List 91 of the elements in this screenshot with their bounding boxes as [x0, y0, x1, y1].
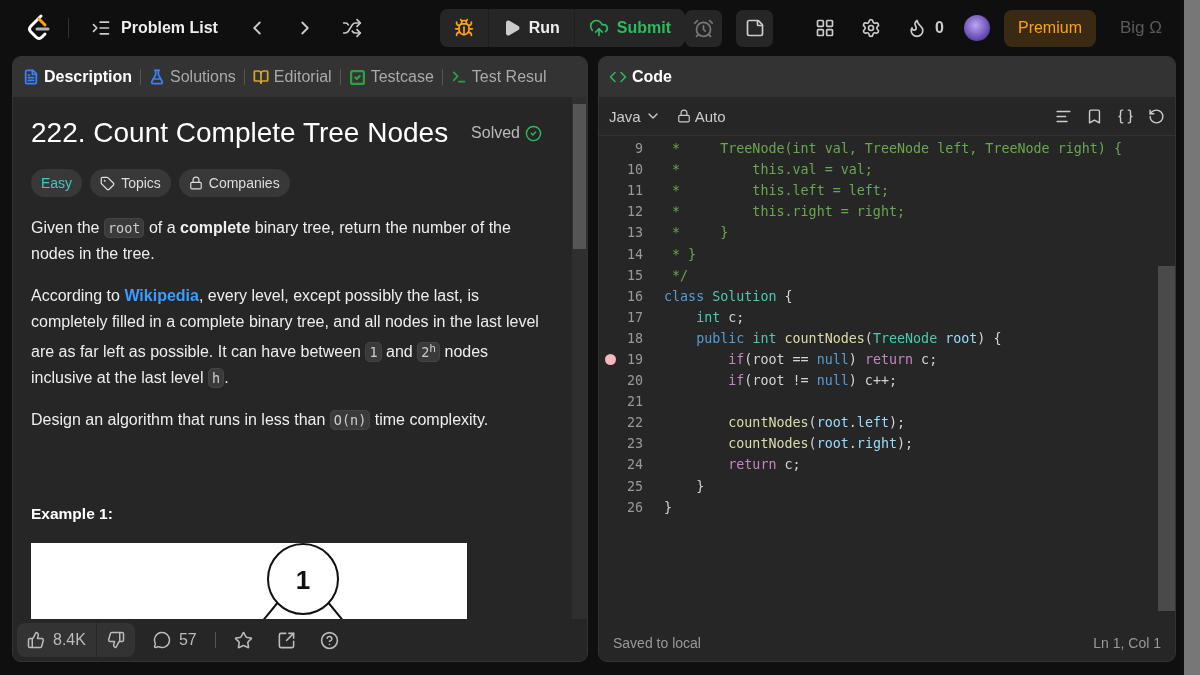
code-line: * this.right = right;	[671, 204, 905, 220]
line-number: 14	[625, 246, 643, 262]
line-number: 9	[633, 141, 643, 157]
line-number: 18	[625, 330, 643, 346]
check-icon	[525, 124, 542, 142]
alarm-clock-icon	[693, 17, 715, 39]
bookmark-icon[interactable]	[1086, 107, 1103, 125]
streak-button[interactable]: 0	[901, 13, 950, 43]
line-number: 10	[625, 162, 643, 178]
line-number: 26	[625, 499, 643, 515]
code-line: */	[671, 267, 689, 283]
grid-icon	[815, 18, 836, 38]
cursor-position: Ln 1, Col 1	[1093, 635, 1161, 651]
code-line: * }	[671, 225, 729, 241]
line-number: 24	[625, 457, 643, 473]
tree-diagram: 1	[31, 542, 467, 619]
timer-button[interactable]	[685, 9, 723, 47]
external-link-icon	[276, 630, 296, 650]
code-line: public int countNodes(TreeNode root) {	[695, 330, 1002, 346]
premium-button[interactable]: Premium	[1003, 9, 1096, 47]
thumbs-down-icon	[106, 631, 125, 649]
code-line: * }	[671, 246, 697, 262]
line-number: 12	[625, 204, 643, 220]
problem-title: 222. Count Complete Tree Nodes	[31, 117, 449, 149]
lock-icon	[676, 109, 691, 123]
user-name: Big Ω	[1119, 18, 1163, 38]
save-status: Saved to local	[613, 635, 701, 651]
cloud-upload-icon	[588, 18, 609, 38]
code-line: class Solution {	[664, 288, 793, 304]
line-number: 17	[625, 309, 643, 325]
line-number: 23	[625, 436, 643, 452]
panel-tab[interactable]: Testcase	[348, 68, 434, 86]
tag-icon	[100, 175, 116, 191]
code-line: if(root != null) c++;	[727, 373, 897, 389]
thumbs-up-icon	[27, 631, 45, 649]
debug-button[interactable]	[439, 9, 488, 47]
code-line: countNodes(root.left);	[727, 415, 906, 431]
language-select[interactable]: Java	[609, 107, 661, 125]
code-line: }	[695, 478, 705, 494]
line-number: 15	[625, 267, 643, 283]
code-line: if(root == null) return c;	[727, 352, 938, 367]
avatar[interactable]	[963, 15, 990, 41]
page-scrollbar[interactable]	[1184, 0, 1200, 675]
code-line: * TreeNode(int val, TreeNode left, TreeNode right) {	[671, 141, 1122, 157]
solved-status: Solved	[471, 124, 542, 142]
tag-chip[interactable]: Companies	[178, 169, 290, 197]
description-paragraph: Design an algorithm that runs in less than O(n) time complexity.	[31, 408, 490, 432]
panel-tab[interactable]: Solutions	[149, 68, 236, 86]
panel-tab[interactable]: Test Resul	[450, 68, 547, 86]
star-icon	[233, 630, 253, 650]
help-icon	[319, 630, 339, 650]
description-paragraph: According to Wikipedia, every level, except possibly the last, is completely filled in a complete binary tree, and all nodes in the last level are as far left as possible. It can have between 1 and 2$^{h}$ nodes inclusive at the last level h .	[31, 286, 540, 390]
settings-icon	[861, 18, 882, 38]
tag-chip[interactable]: Topics	[90, 169, 171, 197]
breakpoint-dot[interactable]	[604, 354, 616, 365]
code-line: }	[664, 499, 673, 515]
code-line: return c;	[727, 457, 801, 473]
panel-tab[interactable]: Description	[23, 68, 132, 86]
code-line: int c;	[695, 309, 745, 325]
example-heading: Example 1:	[31, 504, 114, 523]
code-line: * this.left = left;	[671, 183, 889, 199]
braces-icon[interactable]	[1117, 107, 1134, 125]
bug-icon	[453, 18, 474, 38]
speech-bubble-icon	[152, 631, 171, 649]
comments-button[interactable]: 57	[146, 631, 203, 649]
list-icon	[91, 18, 111, 38]
scrollbar[interactable]	[572, 97, 587, 619]
line-number: 20	[625, 373, 643, 389]
description-paragraph: Given the root of a complete binary tree, return the number of the nodes in the tree.	[31, 217, 512, 264]
line-number: 19	[625, 352, 643, 367]
problem-list-link[interactable]: Problem List	[83, 18, 226, 38]
notes-button[interactable]	[736, 9, 774, 47]
reset-icon[interactable]	[1148, 107, 1165, 125]
code-line: countNodes(root.right);	[727, 436, 914, 452]
line-number: 21	[625, 394, 643, 410]
line-number: 25	[625, 478, 643, 494]
line-number: 16	[625, 288, 643, 304]
submit-button[interactable]: Submit	[574, 9, 686, 47]
line-number: 22	[625, 415, 643, 431]
lock-icon	[188, 176, 203, 190]
note-icon	[744, 18, 765, 38]
code-tab[interactable]: Code	[609, 68, 672, 86]
shuffle-icon	[341, 18, 362, 38]
mode-select[interactable]: Auto	[676, 107, 726, 125]
wikipedia-link[interactable]: Wikipedia	[124, 287, 199, 304]
difficulty-tag[interactable]: Easy	[31, 169, 83, 197]
code-line: * this.val = val;	[671, 162, 873, 178]
panel-tab[interactable]: Editorial	[252, 68, 332, 86]
run-button[interactable]: Run	[488, 9, 574, 47]
line-number: 11	[625, 183, 643, 199]
line-number: 13	[625, 225, 643, 241]
